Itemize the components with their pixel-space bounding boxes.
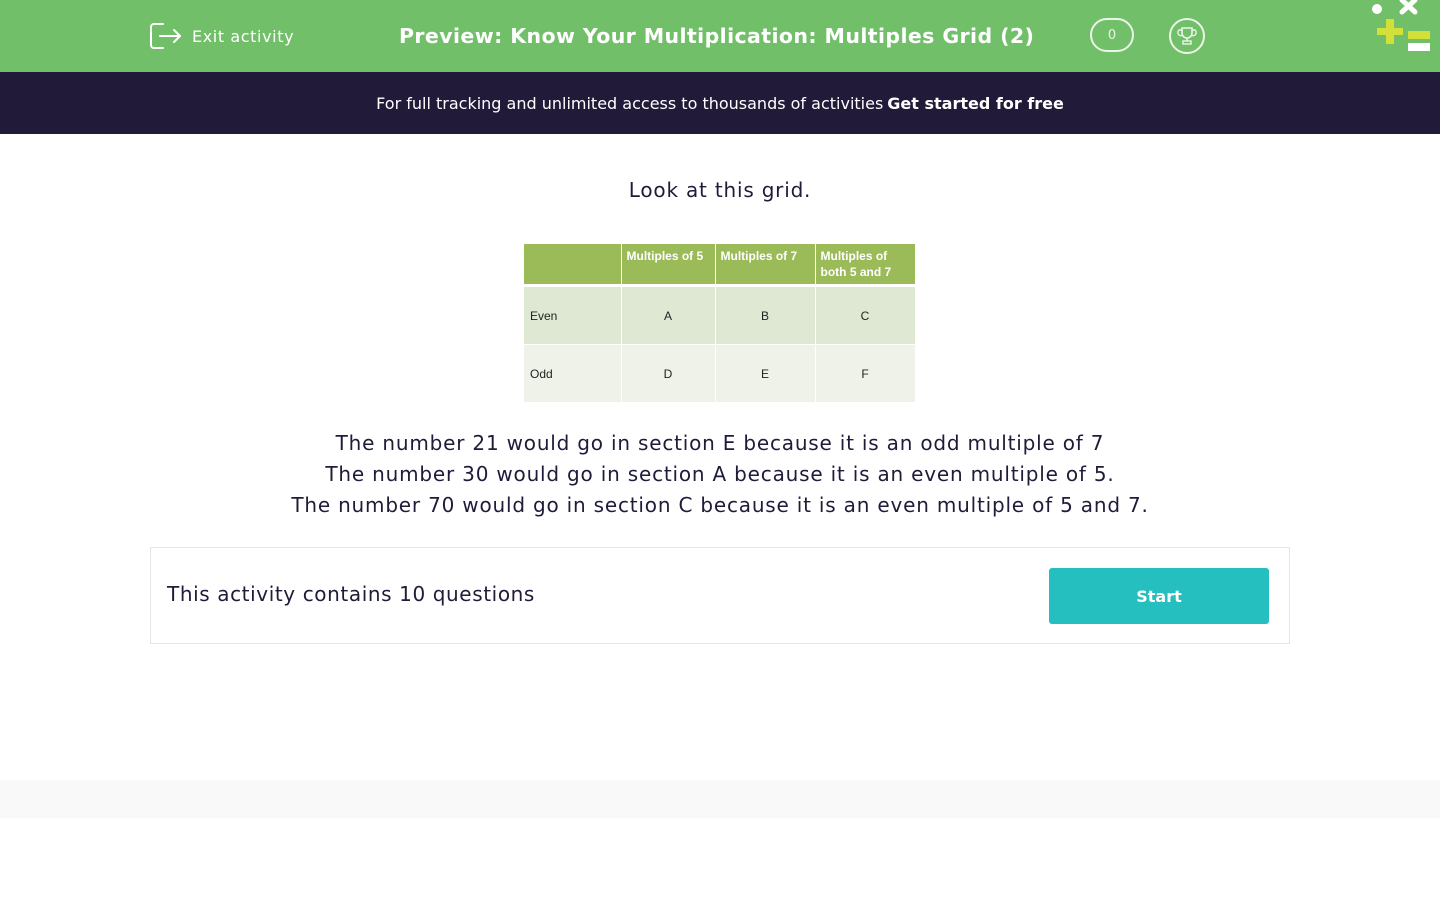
grid-row-label: Odd [524, 344, 622, 403]
score-badge: 0 [1090, 18, 1134, 52]
exit-icon [150, 23, 181, 49]
page-title: Preview: Know Your Multiplication: Multi… [399, 24, 1035, 48]
grid-header-cell [524, 244, 622, 287]
explanation-line: The number 21 would go in section E beca… [335, 431, 1105, 455]
promo-banner: For full tracking and unlimited access t… [0, 72, 1440, 134]
grid-cell: F [815, 344, 916, 403]
explanation-text: The number 21 would go in section E beca… [0, 428, 1440, 521]
start-button[interactable]: Start [1049, 568, 1269, 624]
logo-icon [1372, 0, 1430, 51]
exit-activity-button[interactable]: Exit activity [149, 21, 294, 51]
grid-row-label: Even [524, 285, 622, 345]
promo-text: For full tracking and unlimited access t… [376, 93, 884, 113]
activity-card: This activity contains 10 questions Star… [150, 547, 1290, 644]
top-bar: Exit activity Preview: Know Your Multipl… [0, 0, 1440, 72]
intro-text: Look at this grid. [628, 178, 812, 202]
grid-cell: A [621, 285, 716, 345]
grid-cell: E [715, 344, 816, 403]
grid-row-odd: Odd D E F [524, 344, 916, 403]
grid-cell: B [715, 285, 816, 345]
grid-row-even: Even A B C [524, 285, 916, 345]
grid-cell: C [815, 285, 916, 345]
grid-header-cell: Multiples of 7 [715, 244, 816, 287]
question-count-text: This activity contains 10 questions [167, 582, 535, 606]
get-started-link[interactable]: Get started for free [887, 94, 1064, 113]
grid-header-row: Multiples of 5 Multiples of 7 Multiples … [524, 244, 916, 287]
explanation-line: The number 30 would go in section A beca… [325, 462, 1115, 486]
exit-activity-label: Exit activity [192, 26, 295, 46]
trophy-icon [1177, 27, 1197, 45]
explanation-line: The number 70 would go in section C beca… [291, 493, 1149, 517]
grid-cell: D [621, 344, 716, 403]
multiples-grid: Multiples of 5 Multiples of 7 Multiples … [524, 244, 916, 403]
footer-strip [0, 780, 1440, 818]
grid-header-cell: Multiples of both 5 and 7 [815, 244, 916, 287]
grid-header-cell: Multiples of 5 [621, 244, 716, 287]
trophy-button[interactable] [1169, 18, 1205, 54]
